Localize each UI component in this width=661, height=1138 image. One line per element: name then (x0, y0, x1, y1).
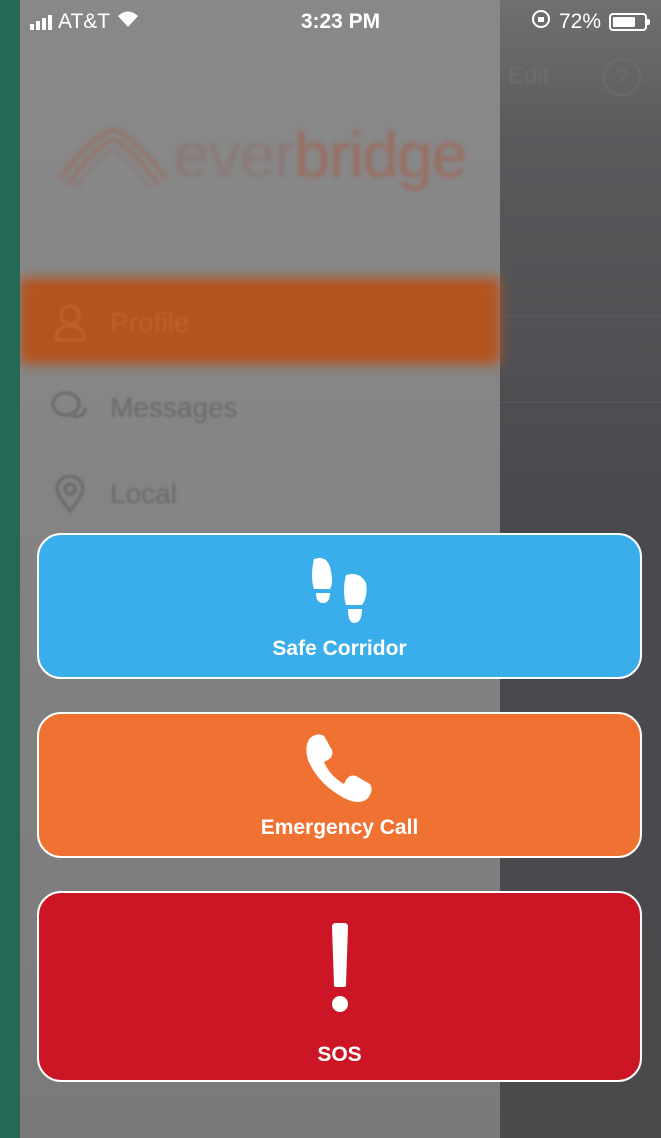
chat-bubbles-icon (50, 388, 90, 428)
menu-item-profile[interactable]: Profile (50, 303, 189, 343)
location-pin-icon (50, 474, 90, 514)
divider (500, 402, 661, 403)
logo-mark-icon (58, 127, 168, 190)
phone-icon (304, 732, 376, 809)
menu-item-messages[interactable]: Messages (50, 388, 238, 428)
action-label: SOS (317, 1043, 362, 1066)
menu-item-label: Local (110, 478, 177, 509)
emergency-call-button[interactable]: Emergency Call (37, 712, 642, 858)
edit-button[interactable]: Edit (508, 62, 549, 90)
battery-icon (609, 13, 650, 31)
battery-percent: 72% (558, 10, 601, 33)
help-icon[interactable]: ? (603, 58, 641, 96)
menu-item-local[interactable]: Local (50, 474, 177, 514)
status-bar: AT&T 3:23 PM 72% (20, 0, 661, 44)
sos-button[interactable]: SOS (37, 891, 642, 1082)
action-label: Safe Corridor (272, 637, 407, 660)
action-label: Emergency Call (260, 816, 419, 839)
divider (500, 112, 661, 113)
menu-item-label: Messages (110, 392, 238, 423)
logo-text-ever: ever (174, 119, 295, 191)
person-icon (50, 303, 90, 343)
phone-screen: Edit ? ever bridge Profile Messages Loca… (20, 0, 661, 1138)
exclamation-icon (330, 923, 350, 1018)
safe-corridor-button[interactable]: Safe Corridor (37, 533, 642, 679)
rotation-lock-icon (531, 9, 551, 35)
logo-text-bridge: bridge (294, 119, 468, 191)
menu-item-label: Profile (110, 307, 190, 338)
divider (500, 316, 661, 317)
everbridge-logo: ever bridge (58, 118, 468, 192)
footprints-icon (308, 557, 372, 634)
